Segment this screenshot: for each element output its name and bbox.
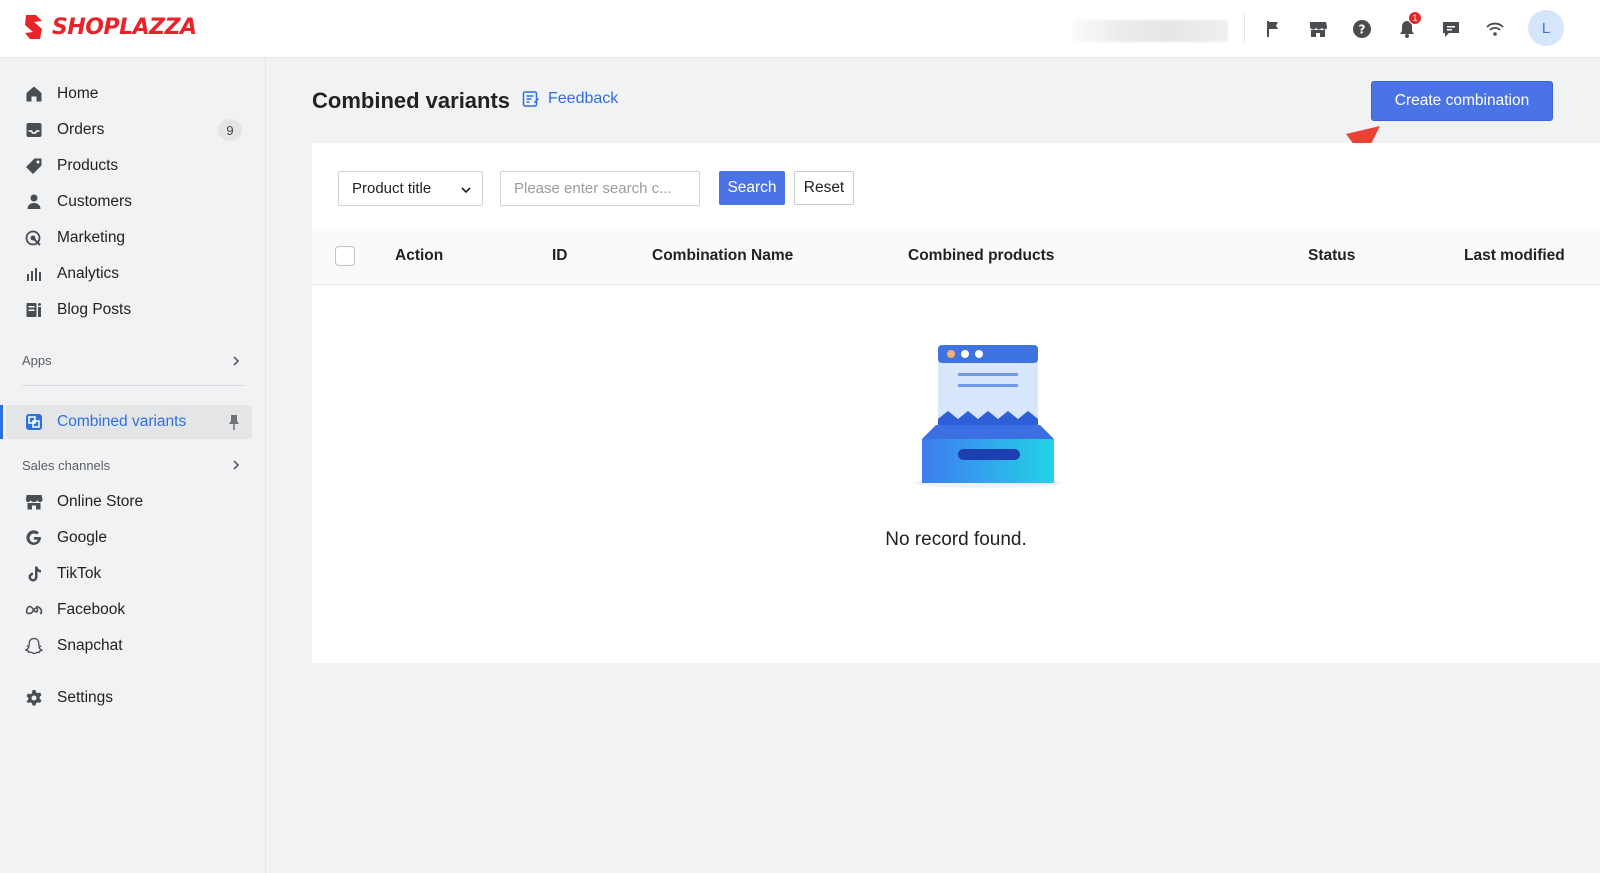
notification-badge: 1 [1408,11,1422,25]
sidebar-item-label: Settings [57,689,114,706]
search-button[interactable]: Search [719,171,785,205]
create-combination-button[interactable]: Create combination [1371,81,1553,121]
shoplazza-logo[interactable]: SHOPLAZZA [22,13,197,41]
avatar[interactable]: L [1528,10,1564,46]
tiktok-icon [24,564,44,584]
column-header-combination-name: Combination Name [652,247,794,264]
column-header-id: ID [552,247,568,264]
sidebar-item-label: Customers [57,193,132,210]
ghost-icon [24,636,44,656]
sidebar-item-label: Orders [57,121,105,138]
store-name-blurred [1072,20,1228,42]
person-icon [24,192,44,212]
sidebar-item-home[interactable]: Home [0,77,252,111]
svg-text:?: ? [1359,23,1366,37]
page-title: Combined variants [312,88,511,113]
sidebar-item-label: Google [57,529,107,546]
bell-icon[interactable]: 1 [1392,11,1422,44]
flag-icon[interactable] [1258,14,1288,44]
shoplazza-logo-icon [25,15,42,39]
sidebar-item-tiktok[interactable]: TikTok [0,557,252,591]
apps-section-label: Apps [22,353,52,368]
sidebar-item-facebook[interactable]: Facebook [0,593,252,627]
reset-button[interactable]: Reset [794,171,854,205]
sidebar-item-label: Blog Posts [57,301,132,318]
sidebar-item-label: Online Store [57,493,144,510]
empty-state-text: No record found. [885,529,1027,550]
sidebar-item-label: Marketing [57,229,126,246]
feedback-icon [522,91,539,107]
pin-icon[interactable] [226,413,242,431]
sidebar-item-settings[interactable]: Settings [0,681,252,715]
gear-icon [24,688,44,708]
column-header-last-modified: Last modified [1464,247,1565,264]
bar-chart-icon [24,264,44,284]
orders-count-badge: 9 [218,119,242,141]
column-header-combined-products: Combined products [908,247,1055,264]
filter-select-value: Product title [352,180,432,197]
inbox-icon [24,120,44,140]
empty-box-icon [914,345,1062,488]
chat-icon[interactable] [1436,14,1466,44]
sidebar-item-combined-variants[interactable]: Combined variants [6,405,252,439]
sidebar-item-products[interactable]: Products [0,149,252,183]
feedback-label: Feedback [548,90,619,107]
feedback-link[interactable]: Feedback [522,90,618,108]
sidebar-item-orders[interactable]: Orders 9 [0,113,252,147]
topbar-divider [1244,14,1245,42]
combinations-card: Product title Search Reset Action ID Com… [312,143,1600,663]
sidebar-item-label: Facebook [57,601,126,618]
filter-field-select[interactable]: Product title [338,171,483,206]
sidebar-item-label: Analytics [57,265,120,282]
sidebar-item-marketing[interactable]: Marketing [0,221,252,255]
active-indicator [0,405,3,439]
combined-variants-icon [24,412,44,432]
sidebar-item-label: Snapchat [57,637,123,654]
sidebar-item-analytics[interactable]: Analytics [0,257,252,291]
chevron-right-icon[interactable] [230,355,242,367]
help-icon[interactable]: ? [1347,14,1377,44]
meta-icon [24,600,44,620]
sidebar-item-label: Home [57,85,99,102]
column-header-status: Status [1308,247,1356,264]
sidebar: Home Orders 9 Products Customers Marketi… [0,58,266,873]
column-header-action: Action [395,247,444,264]
select-all-checkbox[interactable] [335,246,355,266]
sidebar-item-customers[interactable]: Customers [0,185,252,219]
chevron-down-icon [461,187,471,194]
search-input[interactable] [500,171,700,206]
wifi-icon[interactable] [1480,14,1510,44]
google-icon [24,528,44,548]
target-icon [24,228,44,248]
top-bar: SHOPLAZZA ? 1 L [0,0,1600,58]
sidebar-item-label: Combined variants [57,413,187,430]
store-icon[interactable] [1303,14,1333,44]
chevron-right-icon[interactable] [230,459,242,471]
sidebar-item-google[interactable]: Google [0,521,252,555]
sidebar-item-label: Products [57,157,119,174]
table-header: Action ID Combination Name Combined prod… [312,229,1600,285]
sidebar-item-blog-posts[interactable]: Blog Posts [0,293,252,327]
sidebar-divider [22,385,246,386]
sales-channels-section-label: Sales channels [22,458,111,473]
sidebar-item-online-store[interactable]: Online Store [0,485,252,519]
brand-name: SHOPLAZZA [52,14,197,40]
store-icon [24,492,44,512]
sidebar-item-snapchat[interactable]: Snapchat [0,629,252,663]
sidebar-item-label: TikTok [57,565,102,582]
home-icon [24,84,44,104]
blog-icon [24,300,44,320]
tag-icon [24,156,44,176]
